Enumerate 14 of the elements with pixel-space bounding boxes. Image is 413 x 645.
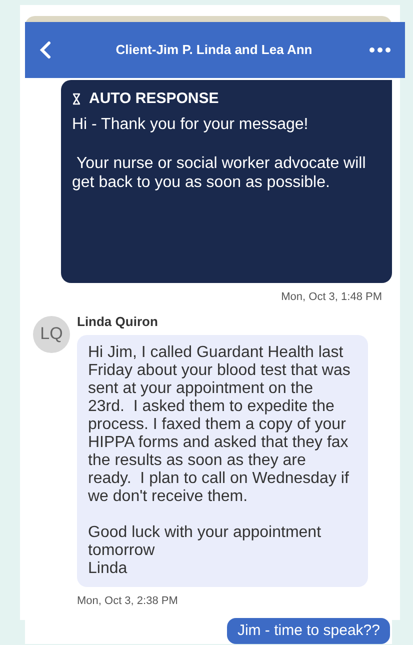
hourglass-icon bbox=[72, 93, 81, 106]
back-icon bbox=[39, 41, 51, 59]
message-text: Jim - time to speak?? bbox=[237, 622, 380, 640]
message-text: Your nurse or social worker advocate will get back to you as soon as possible. bbox=[72, 154, 367, 192]
message-text: Hi - Thank you for your message! bbox=[72, 114, 310, 134]
message-time: Mon, Oct 3, 1:48 PM bbox=[280, 290, 383, 305]
more-icon bbox=[369, 47, 391, 53]
message-time: Mon, Oct 3, 2:38 PM bbox=[77, 594, 179, 609]
chat-title: Client-Jim P. Linda and Lea Ann bbox=[114, 41, 314, 60]
message-text: Hi Jim, I called Guardant Health last Friday about your blood test that was sent at your appointment on the 23rd. I asked them to expedite the process. I faxed them a copy of your HIPPA forms and asked that they fax the results as soon as they are ready. I plan to call on Wednesday if we don't receive them. bbox=[88, 344, 352, 506]
sender-name: Linda Quiron bbox=[77, 312, 159, 330]
message-text: Good luck with your appointment tomorrow Linda bbox=[88, 524, 322, 578]
avatar: LQ bbox=[33, 316, 70, 352]
message-title: AUTO RESPONSE bbox=[89, 89, 219, 109]
